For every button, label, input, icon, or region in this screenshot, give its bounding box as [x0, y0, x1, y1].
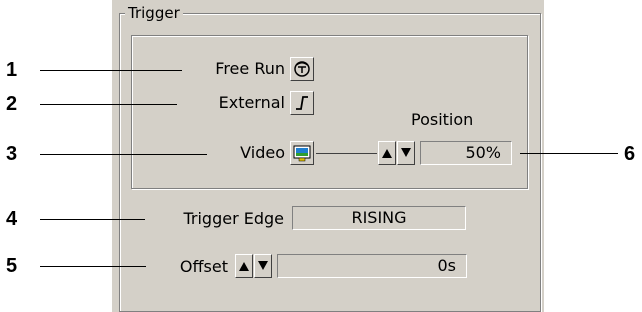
video-connector-line — [316, 153, 377, 154]
offset-field[interactable]: 0s — [277, 254, 467, 278]
callout-number-5: 5 — [6, 255, 18, 277]
position-label: Position — [411, 110, 474, 129]
trigger-group-title: Trigger — [125, 4, 183, 22]
callout-number-6: 6 — [624, 143, 636, 165]
callout-line-1 — [40, 70, 182, 71]
callout-number-4: 4 — [6, 208, 18, 230]
trigger-edge-field[interactable]: RISING — [292, 206, 466, 230]
callout-line-5 — [40, 266, 146, 267]
position-increase-button[interactable] — [378, 141, 396, 165]
arrow-up-icon — [382, 149, 392, 158]
video-monitor-icon — [293, 145, 311, 162]
external-button[interactable] — [290, 91, 314, 115]
callout-number-3: 3 — [6, 143, 18, 165]
position-field[interactable]: 50% — [420, 141, 512, 165]
position-decrease-button[interactable] — [397, 141, 415, 165]
external-label: External — [218, 93, 285, 112]
free-run-icon — [294, 61, 310, 77]
offset-increase-button[interactable] — [235, 254, 253, 278]
callout-line-3 — [40, 154, 207, 155]
offset-label: Offset — [179, 257, 228, 276]
callout-line-2 — [40, 104, 177, 105]
video-button[interactable] — [290, 141, 314, 165]
arrow-down-icon — [258, 261, 268, 270]
external-edge-icon — [296, 96, 308, 110]
arrow-up-icon — [239, 262, 249, 271]
arrow-down-icon — [401, 148, 411, 157]
callout-number-1: 1 — [6, 59, 18, 81]
callout-line-4 — [40, 219, 145, 220]
video-label: Video — [240, 143, 285, 162]
trigger-edge-label: Trigger Edge — [183, 209, 284, 228]
free-run-button[interactable] — [290, 57, 314, 81]
free-run-label: Free Run — [215, 59, 285, 78]
offset-decrease-button[interactable] — [254, 254, 272, 278]
callout-line-6 — [520, 153, 618, 154]
callout-number-2: 2 — [6, 93, 18, 115]
